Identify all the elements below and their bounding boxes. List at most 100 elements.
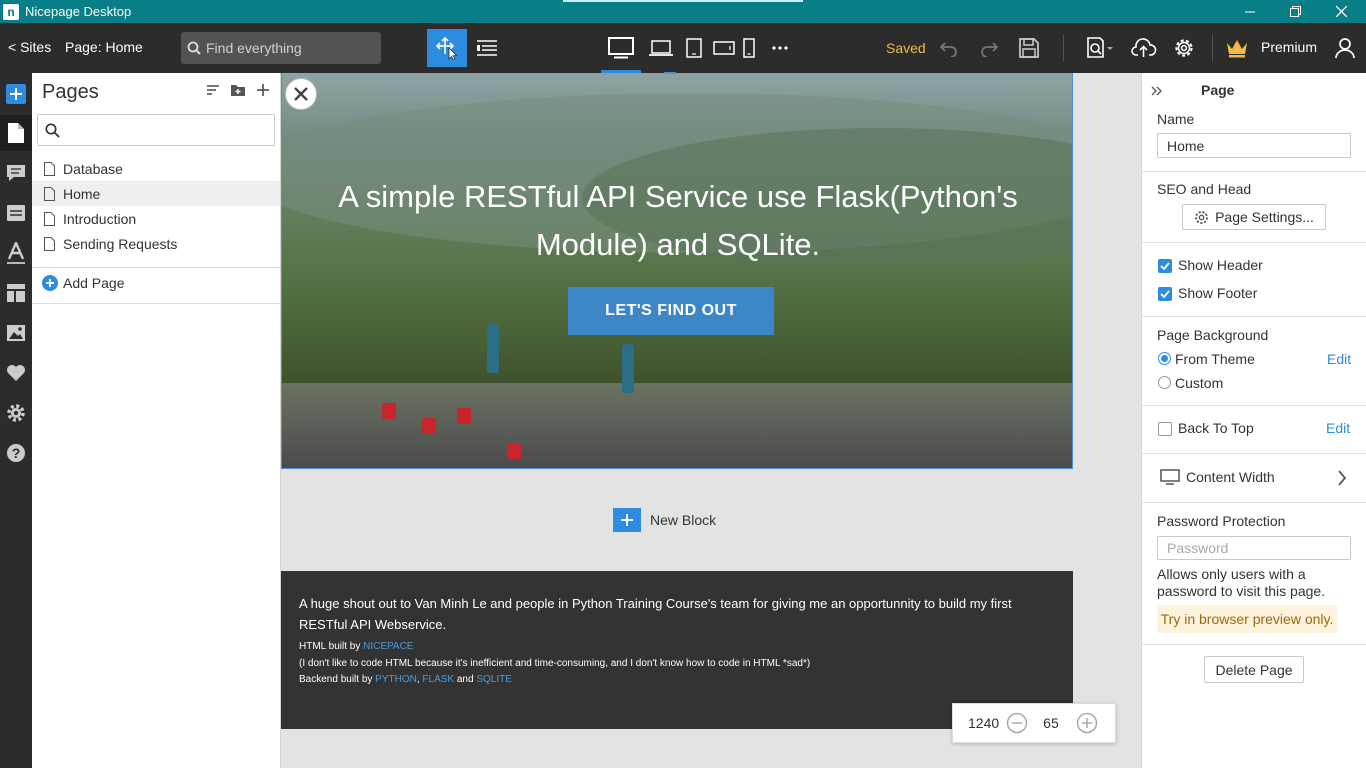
- name-label: Name: [1157, 111, 1195, 127]
- typography-icon: [7, 242, 25, 264]
- laptop-view-button[interactable]: [641, 29, 681, 67]
- restore-button[interactable]: [1272, 0, 1318, 23]
- select-tool-button[interactable]: [427, 29, 467, 67]
- footer-thanks-text[interactable]: A huge shout out to Van Minh Le and peop…: [299, 593, 1055, 635]
- zoom-percent: 65: [1043, 715, 1059, 731]
- zoom-in-button[interactable]: [1075, 711, 1099, 735]
- redo-icon: [981, 42, 999, 57]
- page-settings-button[interactable]: Page Settings...: [1182, 204, 1326, 230]
- from-theme-label: From Theme: [1175, 351, 1255, 367]
- rail-typography-button[interactable]: [0, 235, 32, 271]
- hero-bg-chair: [457, 408, 471, 424]
- rail-layout-button[interactable]: [0, 275, 32, 311]
- show-header-checkbox[interactable]: [1158, 259, 1172, 273]
- nicepace-link[interactable]: NICEPACE: [363, 641, 413, 652]
- new-block-button[interactable]: New Block: [613, 508, 716, 532]
- help-icon: ?: [7, 444, 25, 462]
- pages-list: Database Home Introduction Sending Reque…: [32, 156, 280, 256]
- rail-favorites-button[interactable]: [0, 355, 32, 391]
- edit-background-link[interactable]: Edit: [1327, 351, 1351, 367]
- premium-label[interactable]: Premium: [1261, 39, 1317, 55]
- page-name-input[interactable]: Home: [1157, 133, 1351, 158]
- mobile-view-button[interactable]: [734, 29, 764, 67]
- rail-comments-button[interactable]: [0, 155, 32, 191]
- desktop-icon: [608, 37, 634, 59]
- delete-page-button[interactable]: Delete Page: [1204, 656, 1304, 683]
- page-item-database[interactable]: Database: [32, 156, 280, 181]
- add-element-button[interactable]: [0, 76, 32, 112]
- sqlite-link[interactable]: SQLITE: [476, 674, 512, 685]
- close-block-button[interactable]: [285, 78, 317, 110]
- current-page-label[interactable]: Page: Home: [65, 39, 143, 55]
- layers-tool-button[interactable]: [467, 29, 507, 67]
- account-button[interactable]: [1328, 29, 1362, 67]
- rail-pages-button[interactable]: [0, 115, 32, 151]
- page-icon: [44, 211, 55, 226]
- rail-images-button[interactable]: [0, 315, 32, 351]
- back-to-sites-link[interactable]: < Sites: [8, 39, 51, 55]
- content-width-label: Content Width: [1186, 469, 1275, 485]
- close-window-button[interactable]: [1318, 0, 1364, 23]
- edit-back-to-top-link[interactable]: Edit: [1326, 420, 1350, 436]
- add-page-button[interactable]: Add Page: [42, 275, 125, 291]
- block-top-handle[interactable]: [664, 72, 676, 74]
- titlebar-highlight: [563, 0, 803, 2]
- search-placeholder: Find everything: [206, 40, 302, 56]
- zoom-out-button[interactable]: [1005, 711, 1029, 735]
- show-footer-checkbox[interactable]: [1158, 287, 1172, 301]
- window-title: Nicepage Desktop: [25, 4, 132, 19]
- page-properties-panel: Page Name Home SEO and Head Page Setting…: [1141, 73, 1366, 768]
- page-item-home[interactable]: Home: [32, 181, 280, 206]
- publish-button[interactable]: [1124, 29, 1164, 67]
- custom-label: Custom: [1175, 375, 1224, 391]
- page-icon: [44, 161, 55, 176]
- find-everything-search[interactable]: Find everything: [181, 32, 381, 64]
- move-cursor-icon: [435, 36, 458, 60]
- gear-icon: [1175, 39, 1193, 57]
- custom-radio[interactable]: [1158, 376, 1171, 389]
- hero-title[interactable]: A simple RESTful API Service use Flask(P…: [312, 173, 1044, 269]
- flask-link[interactable]: FLASK: [422, 674, 454, 685]
- redo-button[interactable]: [969, 29, 1009, 67]
- hero-section[interactable]: A simple RESTful API Service use Flask(P…: [281, 73, 1073, 469]
- page-item-label: Home: [63, 185, 101, 202]
- pages-search-input[interactable]: [37, 114, 275, 146]
- undo-button[interactable]: [929, 29, 969, 67]
- undo-icon: [939, 42, 957, 57]
- title-bar: n Nicepage Desktop: [0, 0, 1366, 23]
- panel-header: Page: [1201, 82, 1235, 98]
- zoom-control: 1240 65: [952, 703, 1116, 743]
- page-icon: [44, 186, 55, 201]
- add-page-icon[interactable]: [256, 83, 270, 97]
- monitor-icon: [1160, 469, 1180, 485]
- rail-help-button[interactable]: ?: [0, 435, 32, 471]
- add-page-label: Add Page: [63, 275, 125, 291]
- section-divider: [1142, 644, 1366, 645]
- add-folder-icon[interactable]: [230, 83, 246, 97]
- page-settings-label: Page Settings...: [1215, 209, 1314, 225]
- page-item-label: Introduction: [63, 210, 137, 227]
- page-item-sending-requests[interactable]: Sending Requests: [32, 231, 280, 256]
- checkmark-icon: [1160, 290, 1170, 298]
- rail-settings-button[interactable]: [0, 395, 32, 431]
- sort-icon[interactable]: [206, 83, 220, 97]
- minimize-button[interactable]: [1227, 0, 1273, 23]
- page-item-introduction[interactable]: Introduction: [32, 206, 280, 231]
- hero-bg-umbrella: [622, 343, 634, 393]
- more-views-button[interactable]: [762, 29, 798, 67]
- save-button[interactable]: [1009, 29, 1049, 67]
- lets-find-out-button[interactable]: LET'S FIND OUT: [568, 287, 774, 335]
- python-link[interactable]: PYTHON: [375, 674, 417, 685]
- content-width-row[interactable]: Content Width: [1142, 454, 1366, 502]
- rail-blocks-button[interactable]: [0, 195, 32, 231]
- from-theme-radio[interactable]: [1158, 352, 1171, 365]
- back-to-top-checkbox[interactable]: [1158, 422, 1172, 436]
- site-settings-button[interactable]: [1164, 29, 1204, 67]
- desktop-view-button[interactable]: [601, 29, 641, 67]
- password-input[interactable]: Password: [1157, 536, 1351, 560]
- premium-button[interactable]: [1220, 29, 1254, 67]
- collapse-panel-icon[interactable]: [1151, 85, 1163, 97]
- tablet-view-button[interactable]: [677, 29, 711, 67]
- preview-button[interactable]: [1078, 29, 1122, 67]
- plus-circle-icon: [42, 275, 58, 291]
